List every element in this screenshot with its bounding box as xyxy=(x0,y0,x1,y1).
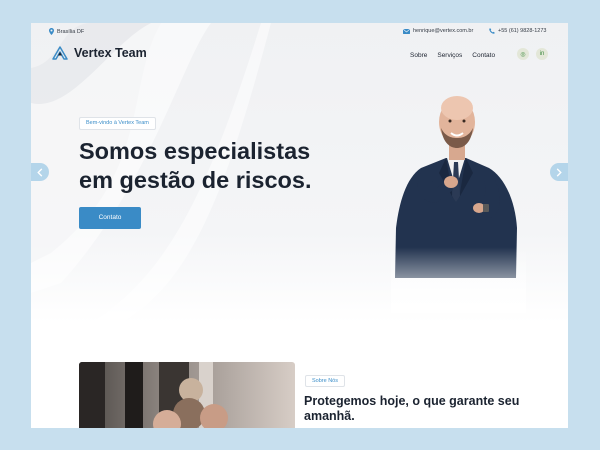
phone-link[interactable]: +55 (61) 9828-1273 xyxy=(489,28,546,34)
phone-icon xyxy=(489,28,495,34)
envelope-icon xyxy=(403,28,410,34)
businessman-photo xyxy=(391,78,526,313)
welcome-badge: Bem-vindo à Vertex Team xyxy=(79,117,156,130)
hero-headline-line-1: Somos especialistas xyxy=(79,138,311,164)
contact-cta-button[interactable]: Contato xyxy=(79,207,141,229)
brand-logo[interactable]: Vertex Team xyxy=(52,46,147,60)
logo-mark-icon xyxy=(52,46,68,60)
chevron-left-icon xyxy=(37,167,43,177)
instagram-icon: ◎ xyxy=(520,51,526,58)
location-pin-icon xyxy=(49,28,54,35)
nav-item-servicos[interactable]: Serviços xyxy=(437,52,462,59)
carousel-next-button[interactable] xyxy=(550,163,568,181)
top-info-bar: Brasília DF henrique@vertex.com.br +55 (… xyxy=(31,23,568,39)
about-badge: Sobre Nós xyxy=(305,375,345,387)
email-link[interactable]: henrique@vertex.com.br xyxy=(403,28,473,34)
linkedin-button[interactable]: in xyxy=(536,48,548,60)
hero-headline-line-2: em gestão de riscos. xyxy=(79,167,312,193)
website-page: Brasília DF henrique@vertex.com.br +55 (… xyxy=(31,23,568,428)
main-navigation: Vertex Team Sobre Serviços Contato ◎ in xyxy=(31,43,568,65)
hero-headline: Somos especialistas em gestão de riscos. xyxy=(79,137,312,195)
nav-item-contato[interactable]: Contato xyxy=(472,52,495,59)
nav-item-sobre[interactable]: Sobre xyxy=(410,52,427,59)
chevron-right-icon xyxy=(556,167,562,177)
family-photo xyxy=(79,362,295,428)
carousel-prev-button[interactable] xyxy=(31,163,49,181)
about-title: Protegemos hoje, o que garante seu amanh… xyxy=(304,394,520,423)
phone-text: +55 (61) 9828-1273 xyxy=(498,28,547,34)
location-info: Brasília DF xyxy=(49,28,84,35)
linkedin-icon: in xyxy=(539,51,545,57)
nav-menu: Sobre Serviços Contato xyxy=(410,52,495,59)
email-text: henrique@vertex.com.br xyxy=(413,28,474,34)
location-text: Brasília DF xyxy=(57,28,85,35)
brand-name: Vertex Team xyxy=(74,46,147,60)
family-photo-image xyxy=(79,362,228,428)
instagram-button[interactable]: ◎ xyxy=(517,48,529,60)
